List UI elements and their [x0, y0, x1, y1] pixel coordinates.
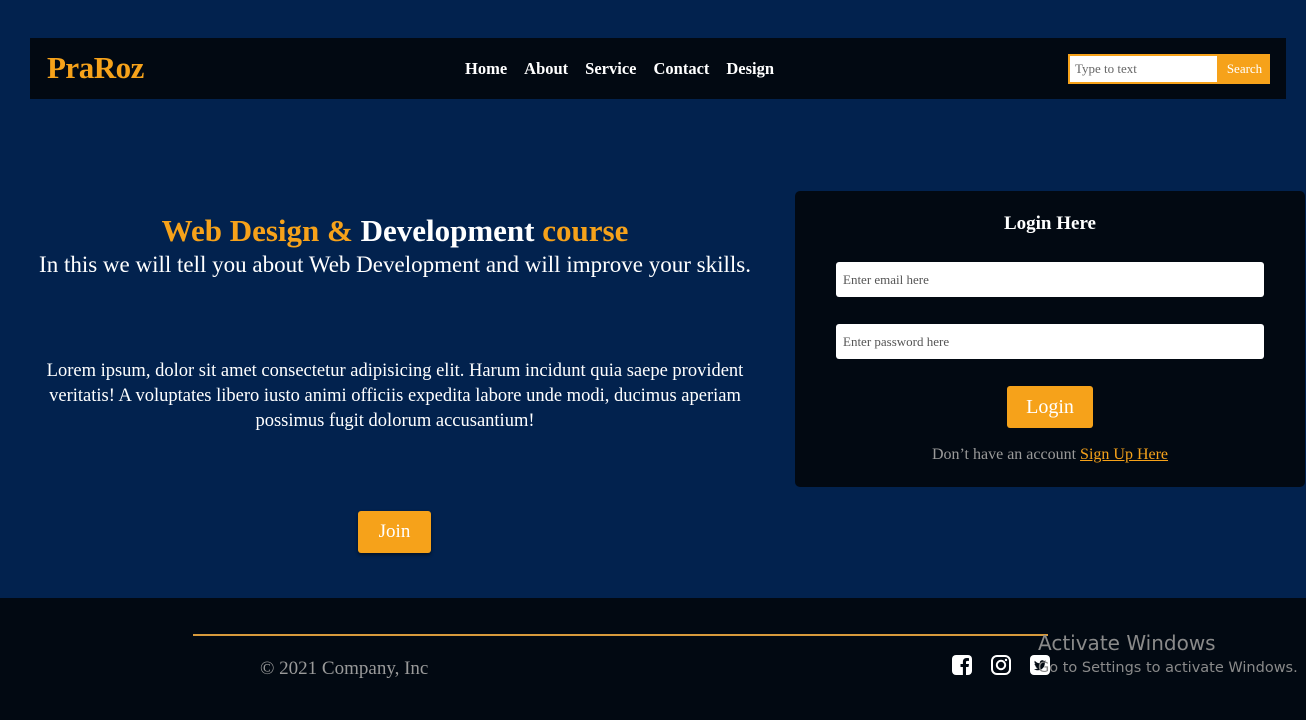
- signup-link[interactable]: Sign Up Here: [1080, 446, 1168, 463]
- search-input[interactable]: [1068, 54, 1219, 84]
- windows-watermark-subtitle: Go to Settings to activate Windows.: [1038, 660, 1298, 676]
- nav-link-service[interactable]: Service: [585, 59, 636, 79]
- hero-body-text: Lorem ipsum, dolor sit amet consectetur …: [46, 361, 744, 431]
- signup-row: Don’t have an account Sign Up Here: [795, 446, 1305, 464]
- login-title: Login Here: [1003, 213, 1096, 234]
- nav-link-contact[interactable]: Contact: [653, 59, 709, 79]
- email-field[interactable]: [836, 262, 1264, 297]
- hero-subtitle: In this we will tell you about Web Devel…: [39, 252, 751, 277]
- copyright-text: © 2021 Company, Inc: [260, 658, 429, 679]
- search-button[interactable]: Search: [1219, 54, 1270, 84]
- nav-link-about[interactable]: About: [524, 59, 568, 79]
- instagram-icon[interactable]: [990, 654, 1012, 676]
- nav-links: Home About Service Contact Design: [465, 59, 791, 79]
- navbar: PraRoz Home About Service Contact Design…: [30, 38, 1286, 99]
- footer-divider: [193, 634, 1048, 636]
- facebook-icon[interactable]: [951, 654, 973, 676]
- join-button[interactable]: Join: [358, 511, 431, 553]
- login-card: Login Here Login Don’t have an account S…: [795, 191, 1305, 487]
- windows-watermark-title: Activate Windows: [1038, 631, 1216, 655]
- signup-prompt: Don’t have an account: [931, 446, 1077, 463]
- hero-title-part1: Web Design &: [161, 213, 353, 248]
- site-logo[interactable]: PraRoz: [47, 50, 144, 86]
- login-button[interactable]: Login: [1007, 386, 1093, 428]
- hero-title-part2: Development: [360, 213, 535, 248]
- footer: © 2021 Company, Inc Activate Windows Go …: [0, 598, 1306, 720]
- nav-link-design[interactable]: Design: [726, 59, 774, 79]
- hero-title: Web Design & Development course: [30, 213, 760, 249]
- hero-title-part3: course: [542, 213, 629, 248]
- password-field[interactable]: [836, 324, 1264, 359]
- nav-link-home[interactable]: Home: [465, 59, 507, 79]
